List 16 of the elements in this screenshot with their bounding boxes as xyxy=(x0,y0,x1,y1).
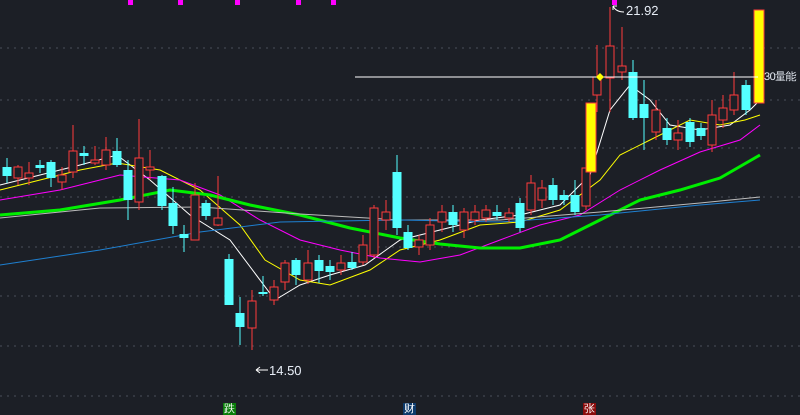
event-marker: 跌 xyxy=(223,403,236,415)
arrow-icon xyxy=(612,6,624,12)
tick-mark xyxy=(235,0,240,5)
tick-mark xyxy=(178,0,183,5)
volume-line-label: 30量能 xyxy=(764,70,796,85)
event-marker: 财 xyxy=(403,403,416,415)
low-price-label: 14.50 xyxy=(269,362,302,380)
diamond-icon xyxy=(596,73,604,81)
tick-mark xyxy=(296,0,301,5)
high-price-label: 21.92 xyxy=(626,2,659,20)
event-marker: 张 xyxy=(583,403,596,415)
tick-mark xyxy=(331,0,336,5)
tick-mark xyxy=(612,0,617,5)
volume-bar xyxy=(586,102,596,172)
tick-mark xyxy=(128,0,133,5)
arrow-icon xyxy=(256,366,268,374)
